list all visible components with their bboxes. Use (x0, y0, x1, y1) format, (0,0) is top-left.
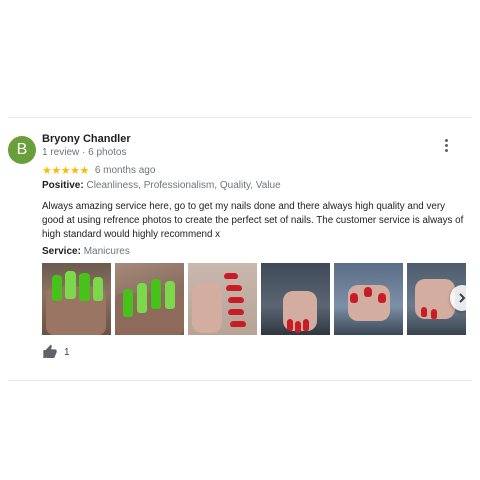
review-card: B Bryony Chandler 1 review · 6 photos ★★… (0, 118, 480, 380)
star-rating: ★★★★★ (42, 164, 89, 177)
rating-row: ★★★★★ 6 months ago (42, 163, 155, 177)
like-row: 1 (42, 344, 70, 360)
service-value: Manicures (83, 246, 130, 257)
review-photo-3[interactable] (188, 263, 257, 335)
photo-strip (42, 263, 466, 335)
author-meta: 1 review · 6 photos (42, 147, 127, 158)
review-photo-5[interactable] (334, 263, 403, 335)
review-photo-2[interactable] (115, 263, 184, 335)
service-label: Service: (42, 246, 81, 257)
service-line: Service: Manicures (42, 246, 130, 257)
more-vert-icon[interactable] (442, 138, 450, 154)
review-text: Always amazing service here, go to get m… (42, 201, 464, 240)
bottom-divider (8, 380, 472, 381)
avatar[interactable]: B (8, 136, 36, 164)
review-time: 6 months ago (94, 164, 156, 176)
author-name[interactable]: Bryony Chandler (42, 133, 131, 145)
thumb-up-icon[interactable] (42, 344, 58, 360)
like-count: 1 (64, 346, 70, 358)
chevron-right-icon (459, 293, 466, 303)
positive-values: Cleanliness, Professionalism, Quality, V… (86, 180, 281, 191)
review-photo-4[interactable] (261, 263, 330, 335)
positive-label: Positive: (42, 180, 84, 191)
review-photo-1[interactable] (42, 263, 111, 335)
review-photo-6[interactable] (407, 263, 466, 335)
positive-attributes: Positive: Cleanliness, Professionalism, … (42, 180, 281, 191)
